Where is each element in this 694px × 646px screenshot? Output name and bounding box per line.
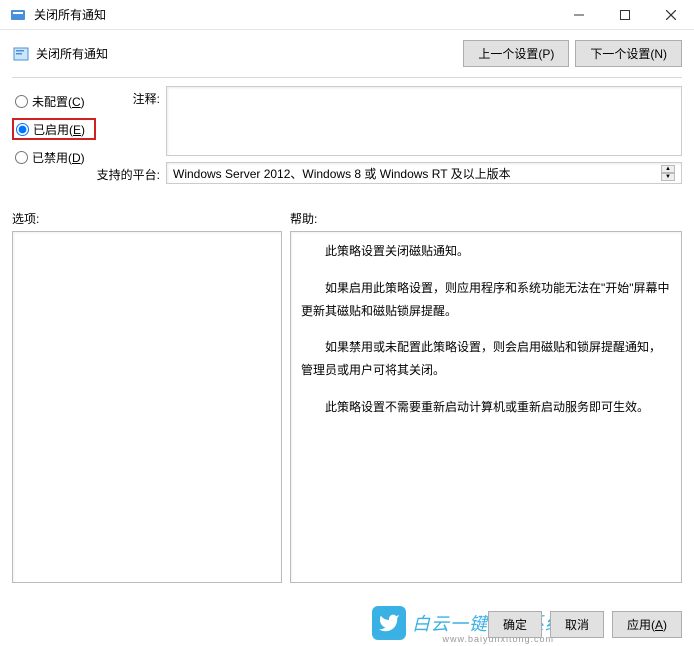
chevron-up-icon[interactable]: ▲ bbox=[661, 165, 675, 173]
comment-label: 注释: bbox=[96, 86, 166, 107]
close-button[interactable] bbox=[648, 0, 694, 30]
platform-spinner[interactable]: ▲ ▼ bbox=[661, 165, 675, 181]
radio-disabled-label: 已禁用(D) bbox=[32, 149, 85, 166]
window-title: 关闭所有通知 bbox=[34, 6, 106, 23]
options-panel bbox=[12, 231, 282, 583]
help-label: 帮助: bbox=[290, 210, 317, 227]
radio-not-configured-input[interactable] bbox=[15, 95, 28, 108]
minimize-button[interactable] bbox=[556, 0, 602, 30]
app-icon bbox=[8, 5, 28, 25]
help-paragraph: 如果启用此策略设置，则应用程序和系统功能无法在"开始"屏幕中更新其磁贴和磁贴锁屏… bbox=[301, 277, 671, 323]
maximize-button[interactable] bbox=[602, 0, 648, 30]
platform-label: 支持的平台: bbox=[96, 162, 166, 183]
policy-icon bbox=[12, 45, 30, 63]
apply-button[interactable]: 应用(A) bbox=[612, 611, 682, 638]
title-bar: 关闭所有通知 bbox=[0, 0, 694, 30]
platform-value: Windows Server 2012、Windows 8 或 Windows … bbox=[173, 165, 511, 182]
platform-field[interactable]: Windows Server 2012、Windows 8 或 Windows … bbox=[166, 162, 682, 184]
next-setting-button[interactable]: 下一个设置(N) bbox=[575, 40, 682, 67]
radio-not-configured-label: 未配置(C) bbox=[32, 93, 85, 110]
footer-buttons: 确定 取消 应用(A) bbox=[488, 611, 682, 638]
help-paragraph: 如果禁用或未配置此策略设置，则会启用磁贴和锁屏提醒通知，管理员或用户可将其关闭。 bbox=[301, 336, 671, 382]
radio-disabled[interactable]: 已禁用(D) bbox=[12, 146, 96, 168]
radio-group: 未配置(C) 已启用(E) 已禁用(D) bbox=[12, 86, 96, 190]
radio-disabled-input[interactable] bbox=[15, 151, 28, 164]
radio-not-configured[interactable]: 未配置(C) bbox=[12, 90, 96, 112]
divider bbox=[12, 77, 682, 78]
ok-button[interactable]: 确定 bbox=[488, 611, 542, 638]
prev-setting-button[interactable]: 上一个设置(P) bbox=[463, 40, 569, 67]
radio-enabled[interactable]: 已启用(E) bbox=[12, 118, 96, 140]
comment-textarea[interactable] bbox=[166, 86, 682, 156]
chevron-down-icon[interactable]: ▼ bbox=[661, 173, 675, 181]
toolbar-title: 关闭所有通知 bbox=[36, 45, 108, 62]
help-panel: 此策略设置关闭磁贴通知。 如果启用此策略设置，则应用程序和系统功能无法在"开始"… bbox=[290, 231, 682, 583]
radio-enabled-input[interactable] bbox=[16, 123, 29, 136]
help-paragraph: 此策略设置不需要重新启动计算机或重新启动服务即可生效。 bbox=[301, 396, 671, 419]
radio-enabled-label: 已启用(E) bbox=[33, 121, 85, 138]
help-paragraph: 此策略设置关闭磁贴通知。 bbox=[301, 240, 671, 263]
cancel-button[interactable]: 取消 bbox=[550, 611, 604, 638]
toolbar: 关闭所有通知 上一个设置(P) 下一个设置(N) bbox=[0, 30, 694, 73]
options-label: 选项: bbox=[12, 210, 290, 227]
watermark-icon bbox=[372, 606, 406, 640]
